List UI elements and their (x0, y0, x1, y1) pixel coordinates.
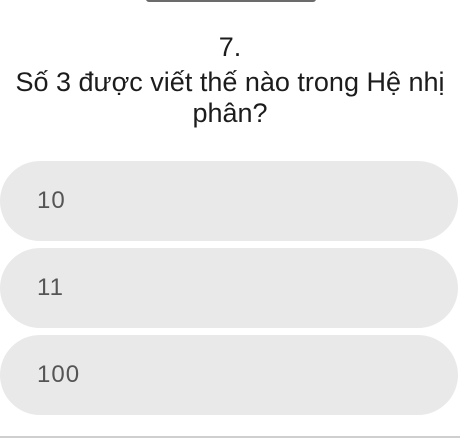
question-text: Số 3 được viết thế nào trong Hệ nhị phân… (15, 67, 445, 128)
answer-option-label: 10 (37, 187, 66, 214)
answer-option-label: 100 (37, 361, 81, 388)
drag-handle[interactable] (146, 0, 316, 2)
answer-option[interactable]: 100 (0, 335, 458, 415)
answer-option[interactable]: 11 (0, 248, 458, 328)
bottom-divider (0, 436, 460, 438)
answer-option-label: 11 (37, 274, 64, 301)
answer-option[interactable]: 10 (0, 161, 458, 241)
question-number: 7. (218, 32, 242, 62)
quiz-screen: 7. Số 3 được viết thế nào trong Hệ nhị p… (0, 0, 460, 440)
